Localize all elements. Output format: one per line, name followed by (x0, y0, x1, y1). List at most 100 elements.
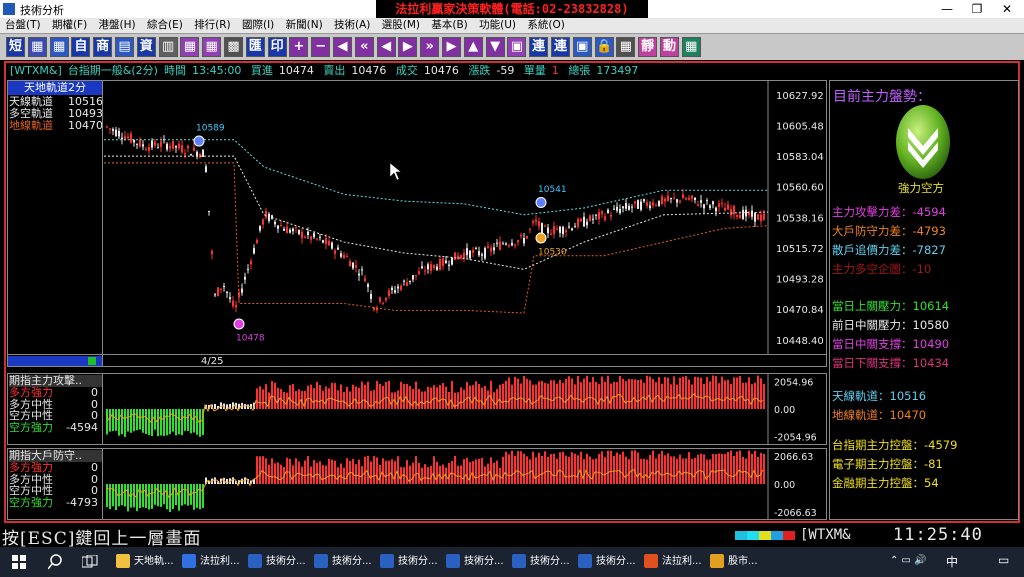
scroll-bar[interactable] (8, 356, 102, 366)
menu-item[interactable]: 系統(O) (527, 19, 564, 31)
taskbar-app[interactable]: 技術分... (248, 550, 306, 574)
indicator-bar (520, 383, 522, 409)
close-button[interactable]: ✕ (992, 0, 1022, 18)
defense-bars-canvas[interactable]: 2066.63 0.00 -2066.63 (104, 449, 826, 519)
candle-body (535, 219, 537, 222)
menu-item[interactable]: 台盤(T) (5, 19, 41, 31)
indicator-bar (127, 409, 129, 432)
toolbar-button[interactable]: − (311, 37, 331, 57)
toolbar-button[interactable]: » (420, 37, 440, 57)
candle-body (622, 206, 624, 209)
indicator-bar (214, 477, 216, 484)
indicator-panel-defense[interactable]: 期指大戶防守.. 多方強力 0 多方中性 0 空方中性 0 空方強力 -4793 2066.6… (7, 448, 827, 520)
candle-body (607, 209, 609, 213)
taskbar-app[interactable]: 法拉利... (182, 550, 240, 574)
menu-item[interactable]: 排行(R) (194, 19, 231, 31)
menu-item[interactable]: 新聞(N) (286, 19, 323, 31)
candle-body (694, 197, 696, 201)
toolbar-button[interactable]: 商 (93, 37, 113, 57)
toolbar-button[interactable]: 資 (136, 37, 156, 57)
toolbar-button[interactable]: 印 (267, 37, 287, 57)
indicator-bar (715, 376, 717, 409)
candle-body (424, 270, 426, 272)
candle-body (637, 200, 639, 209)
indicator-bar (382, 458, 384, 484)
toolbar-button[interactable]: ◀ (333, 37, 352, 57)
toolbar-button[interactable]: ▣ (572, 37, 592, 57)
task-view-icon[interactable] (82, 555, 98, 569)
toolbar-button[interactable]: ▦ (202, 37, 222, 57)
candle-body (487, 246, 489, 248)
indicator-bar (178, 409, 180, 435)
indicator-bar (196, 409, 198, 435)
legend-label: 空方強力 (9, 420, 53, 434)
menu-item[interactable]: 港盤(H) (99, 19, 136, 31)
toolbar-button[interactable]: ▤ (115, 37, 134, 57)
toolbar-button[interactable]: 匯 (245, 37, 265, 57)
menu-item[interactable]: 功能(U) (479, 19, 516, 31)
toolbar-button[interactable]: « (354, 37, 374, 57)
menu-item[interactable]: 國際(I) (242, 19, 274, 31)
menu-item[interactable]: 綜合(E) (147, 19, 183, 31)
panel-row: 大戶防守力差：-4793 (832, 224, 946, 238)
menu-item[interactable]: 技術(A) (334, 19, 370, 31)
toolbar-button[interactable]: ▣ (507, 37, 527, 57)
indicator-bar (664, 455, 666, 484)
indicator-bar (367, 455, 369, 484)
restore-button[interactable]: ❐ (962, 0, 992, 18)
toolbar-button[interactable]: 靜 (638, 37, 658, 57)
indicator-panel-attack[interactable]: 期指主力攻擊.. 多方強力 0 多方中性 0 空方中性 0 空方強力 -4594 2054.9… (7, 373, 827, 445)
toolbar-button[interactable]: ▦ (681, 37, 701, 57)
toolbar-button[interactable]: 短 (6, 37, 25, 57)
toolbar-button[interactable]: 自 (71, 37, 91, 57)
indicator-bar (307, 456, 309, 484)
taskbar-app[interactable]: 法拉利... (644, 550, 702, 574)
minimize-button[interactable]: — (932, 0, 962, 18)
attack-bars-canvas[interactable]: 2054.96 0.00 -2054.96 (104, 374, 826, 444)
toolbar-button[interactable]: 連 (529, 37, 549, 57)
candle-body (721, 203, 723, 205)
toolbar-button[interactable]: ◀ (376, 37, 396, 57)
search-icon[interactable] (48, 554, 62, 570)
candle-body (529, 228, 531, 230)
ime-indicator[interactable]: 中 (946, 553, 958, 570)
candle-body (661, 196, 663, 205)
taskbar-app[interactable]: 股市... (710, 550, 758, 574)
toolbar-button[interactable]: + (289, 37, 309, 57)
notification-icon[interactable]: ▭ (998, 553, 1009, 567)
taskbar-app[interactable]: 技術分... (512, 550, 570, 574)
menu-item[interactable]: 期權(F) (52, 19, 87, 31)
toolbar-button[interactable]: ▦ (49, 37, 69, 57)
tray-icons[interactable]: ⌃ ▭ 🔊 (890, 555, 927, 566)
track-line (104, 162, 769, 314)
toolbar-button[interactable]: ▥ (158, 37, 178, 57)
price-chart-panel[interactable]: 天地軌道2分 天線軌道 10516 多空軌道 10493 地線軌道 10470 … (7, 80, 827, 367)
taskbar-app[interactable]: 技術分... (446, 550, 504, 574)
indicator-bar (538, 452, 540, 484)
toolbar-button[interactable]: ▶ (398, 37, 418, 57)
toolbar-button[interactable]: ▲ (463, 37, 483, 57)
taskbar-app[interactable]: 技術分... (380, 550, 438, 574)
menu-item[interactable]: 基本(B) (431, 19, 467, 31)
toolbar-button[interactable]: 連 (551, 37, 570, 57)
taskbar-app[interactable]: 天地軌... (116, 550, 174, 574)
windows-start-icon[interactable] (12, 555, 26, 569)
indicator-bar (457, 465, 459, 484)
toolbar-button[interactable]: ▼ (485, 37, 505, 57)
indicator-title: 期指主力攻擊.. (9, 375, 102, 387)
toolbar-button[interactable]: 🔒 (594, 37, 614, 57)
toolbar-button[interactable]: ▦ (27, 37, 47, 57)
menu-item[interactable]: 選股(M) (382, 19, 420, 31)
price-chart-canvas[interactable]: 10627.92 10605.48 10583.04 10560.60 10538.16… (104, 81, 826, 354)
toolbar-button[interactable]: ▦ (180, 37, 200, 57)
toolbar-button[interactable]: ▩ (224, 37, 243, 57)
candle-body (352, 262, 354, 269)
toolbar-button[interactable]: ▦ (616, 37, 636, 57)
indicator-bar (355, 464, 357, 484)
indicator-bar (157, 484, 159, 507)
toolbar-button[interactable]: ▶ (442, 37, 461, 57)
scroll-thumb[interactable] (88, 357, 96, 365)
taskbar-app[interactable]: 技術分... (578, 550, 636, 574)
toolbar-button[interactable]: 動 (660, 37, 679, 57)
taskbar-app[interactable]: 技術分... (314, 550, 372, 574)
